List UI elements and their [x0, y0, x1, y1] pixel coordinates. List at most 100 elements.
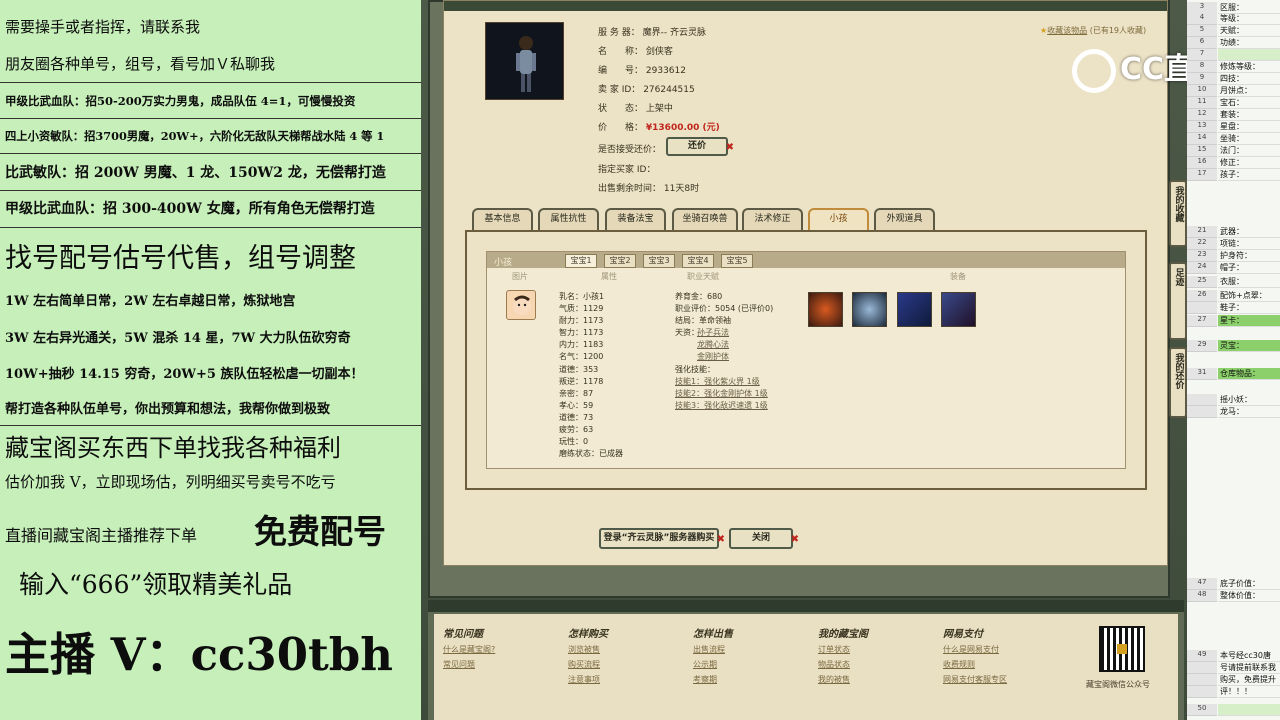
- stat-line: 道德：73: [559, 413, 594, 422]
- sheet-cell[interactable]: 四技：: [1218, 73, 1280, 85]
- sheet-cell[interactable]: 套装：: [1218, 109, 1280, 121]
- side-tab-favorites[interactable]: 我的收藏: [1169, 180, 1187, 247]
- sheet-cell[interactable]: 评！！！: [1218, 686, 1280, 698]
- tab-basic-info[interactable]: 基本信息: [472, 208, 533, 230]
- footer-link[interactable]: 什么是网易支付: [943, 644, 999, 655]
- tab-mounts[interactable]: 坐骑召唤兽: [672, 208, 738, 230]
- footer-link[interactable]: 浏览被售: [568, 644, 600, 655]
- remain-row: 出售剩余时间： 11天8时: [598, 184, 700, 194]
- seller-row: 卖 家 ID： 276244515: [598, 85, 695, 95]
- overlay-line: 甲级比武血队：招 300-400W 女魔，所有角色无偿帮打造: [5, 201, 375, 217]
- tab-child[interactable]: 小孩: [808, 208, 869, 230]
- tab-spells[interactable]: 法术修正: [742, 208, 803, 230]
- subtab-baby-5[interactable]: 宝宝5: [721, 254, 753, 268]
- footer-link[interactable]: 公示期: [693, 659, 717, 670]
- sheet-cell[interactable]: 配饰+点翠：: [1218, 290, 1280, 302]
- column-header-equipment: 装备: [950, 272, 966, 281]
- footer-link[interactable]: 我的被售: [818, 674, 850, 685]
- side-tab-footprints[interactable]: 足迹: [1169, 262, 1187, 340]
- stat-line: 亲密：87: [559, 389, 594, 398]
- equip-book-icon[interactable]: [897, 292, 932, 327]
- sheet-cell[interactable]: 灵宝：: [1218, 340, 1280, 352]
- sheet-cell[interactable]: 衣服：: [1218, 276, 1280, 288]
- sheet-cell[interactable]: 孩子：: [1218, 169, 1280, 181]
- footer-link[interactable]: 注意事项: [568, 674, 600, 685]
- sheet-cell[interactable]: 号请提前联系我: [1218, 662, 1280, 674]
- skill-link[interactable]: 技能1：强化紫火界 1级: [675, 376, 760, 387]
- close-button[interactable]: 关闭 ✖: [729, 528, 799, 549]
- favorite-link[interactable]: ★收藏该物品 (已有19人收藏): [1040, 25, 1146, 36]
- skill-link[interactable]: 技能3：强化敌迟速遗 1级: [675, 400, 768, 411]
- sheet-cell[interactable]: 护身符：: [1218, 250, 1280, 262]
- subtab-baby-3[interactable]: 宝宝3: [643, 254, 675, 268]
- subtab-baby-1[interactable]: 宝宝1: [565, 254, 597, 268]
- subtab-baby-2[interactable]: 宝宝2: [604, 254, 636, 268]
- sheet-cell[interactable]: 项链：: [1218, 238, 1280, 250]
- sheet-cell[interactable]: 摇小妖：: [1218, 394, 1280, 406]
- footer-title-my: 我的藏宝阁: [818, 629, 868, 640]
- sheet-cell[interactable]: [1218, 49, 1280, 61]
- sheet-cell[interactable]: 宝石：: [1218, 97, 1280, 109]
- subtab-baby-4[interactable]: 宝宝4: [682, 254, 714, 268]
- sheet-cell[interactable]: 整体价值：: [1218, 590, 1280, 602]
- sheet-cell[interactable]: 购买，免费提升: [1218, 674, 1280, 686]
- stat-line: 智力：1173: [559, 328, 604, 337]
- equip-box-icon[interactable]: [941, 292, 976, 327]
- column-header-talent: 职业天赋: [687, 272, 719, 281]
- sheet-cell[interactable]: 修炼等级：: [1218, 61, 1280, 73]
- sheet-row-number: 48: [1187, 590, 1217, 602]
- tab-appearance[interactable]: 外观道具: [874, 208, 935, 230]
- sheet-cell[interactable]: 武器：: [1218, 226, 1280, 238]
- sheet-cell[interactable]: 等级：: [1218, 13, 1280, 25]
- side-tab-bargains[interactable]: 我的还价: [1169, 347, 1187, 418]
- sheet-cell[interactable]: 龙马：: [1218, 406, 1280, 418]
- sheet-cell[interactable]: 坐骑：: [1218, 133, 1280, 145]
- sheet-cell[interactable]: 天赋：: [1218, 25, 1280, 37]
- buy-button[interactable]: 登录“齐云灵脉”服务器购买 ✖: [599, 528, 725, 549]
- sheet-row-number: 22: [1187, 238, 1217, 250]
- footer-link[interactable]: 什么是藏宝阁?: [443, 644, 495, 655]
- overlay-line: 输入“666”领取精美礼品: [19, 570, 293, 599]
- close-x-icon: ✖: [725, 142, 734, 153]
- talent-link[interactable]: 孙子兵法: [697, 327, 729, 338]
- skill-link[interactable]: 技能2：强化金刚护体 1级: [675, 388, 768, 399]
- sheet-cell[interactable]: 星盘：: [1218, 121, 1280, 133]
- overlay-line: 藏宝阁买东西下单找我各种福利: [5, 434, 341, 462]
- equip-red-icon[interactable]: [808, 292, 843, 327]
- sheet-cell[interactable]: 月饼点：: [1218, 85, 1280, 97]
- bargain-button[interactable]: 还价 ✖: [666, 137, 734, 156]
- talent-link[interactable]: 金刚护体: [697, 351, 729, 362]
- footer-link[interactable]: 订单状态: [818, 644, 850, 655]
- footer-link[interactable]: 收费规则: [943, 659, 975, 670]
- sheet-cell[interactable]: 本号经cc30唐: [1218, 650, 1280, 662]
- sheet-cell[interactable]: 帽子：: [1218, 262, 1280, 274]
- overlay-divider: [0, 227, 421, 228]
- overlay-line: 直播间藏宝阁主播推荐下单: [5, 526, 198, 545]
- sheet-row-number: 11: [1187, 97, 1217, 109]
- stat-line: 疲劳：63: [559, 425, 594, 434]
- sheet-cell[interactable]: 功绩：: [1218, 37, 1280, 49]
- footer-link[interactable]: 考察期: [693, 674, 717, 685]
- sheet-row-number: 47: [1187, 578, 1217, 590]
- equip-robe-icon[interactable]: [852, 292, 887, 327]
- footer-link[interactable]: 物品状态: [818, 659, 850, 670]
- sheet-row-number: 16: [1187, 157, 1217, 169]
- footer-link[interactable]: 网易支付客服专区: [943, 674, 1007, 685]
- status-row: 状 态： 上架中: [598, 104, 673, 114]
- tab-equipment[interactable]: 装备法宝: [605, 208, 666, 230]
- sheet-cell[interactable]: 法门：: [1218, 145, 1280, 157]
- footer-link[interactable]: 购买流程: [568, 659, 600, 670]
- tab-attributes[interactable]: 属性抗性: [538, 208, 599, 230]
- sheet-cell[interactable]: 修正：: [1218, 157, 1280, 169]
- sheet-cell[interactable]: [1218, 704, 1280, 716]
- talent-link[interactable]: 龙腾心法: [697, 339, 729, 350]
- sheet-cell[interactable]: 鞋子：: [1218, 302, 1280, 314]
- sheet-cell[interactable]: 底子价值：: [1218, 578, 1280, 590]
- footer-link[interactable]: 常见问题: [443, 659, 475, 670]
- sheet-cell[interactable]: 星卡：: [1218, 315, 1280, 327]
- stat-line: 玩性：0: [559, 437, 589, 446]
- footer-link[interactable]: 出售流程: [693, 644, 725, 655]
- sheet-cell[interactable]: 仓库物品：: [1218, 368, 1280, 380]
- site-footer: [428, 600, 1184, 720]
- sheet-row-number: 14: [1187, 133, 1217, 145]
